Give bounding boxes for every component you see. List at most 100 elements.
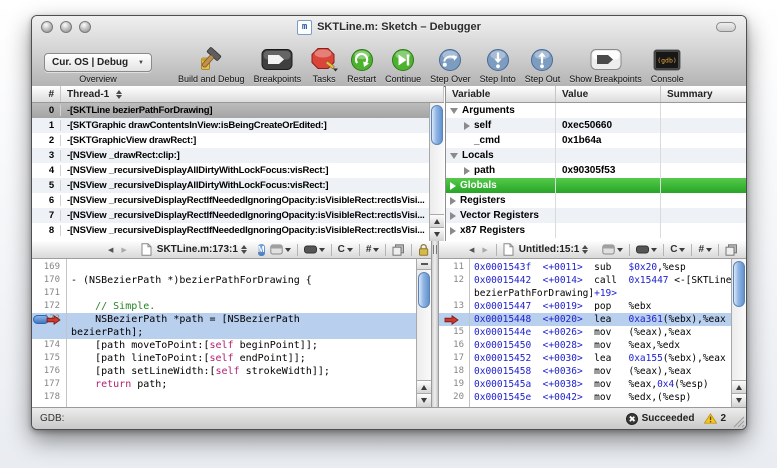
disclosure-triangle-icon[interactable]: [450, 153, 458, 159]
thread-stepper-icon[interactable]: [116, 90, 122, 99]
stack-scrollbar[interactable]: [429, 103, 444, 241]
source-code-line[interactable]: 172 // Simple.: [32, 300, 431, 313]
stack-frame-row[interactable]: 1-[SKTGraphic drawContentsInView:isBeing…: [32, 118, 429, 133]
asm-code-line[interactable]: 190x0001545a <+0038> mov %eax,0x4(%esp): [439, 378, 746, 391]
variable-row[interactable]: Arguments: [446, 103, 746, 118]
asm-code-line[interactable]: 180x00015458 <+0036> mov (%eax),%eax: [439, 365, 746, 378]
stack-frame-row[interactable]: 7-[NSView _recursiveDisplayRectIfNeededI…: [32, 208, 429, 223]
asm-scrollbar-thumb[interactable]: [733, 261, 745, 307]
asm-code-line[interactable]: 110x0001543f <+0011> sub $0x20,%esp: [439, 261, 746, 274]
source-code-line[interactable]: 171: [32, 287, 431, 300]
asm-code-line[interactable]: bezierPathForDrawing]+19>: [439, 287, 746, 300]
toolbar-button-build-and-debug[interactable]: Build and Debug: [178, 47, 245, 84]
line-stepper[interactable]: [582, 245, 588, 254]
line-number-gutter[interactable]: 11: [439, 261, 469, 274]
asm-code-line[interactable]: 200x0001545e <+0042> mov %edx,(%esp): [439, 391, 746, 404]
toolbar-button-restart[interactable]: Restart: [347, 47, 376, 84]
line-number-gutter[interactable]: 13: [439, 300, 469, 313]
asm-code-line[interactable]: 0x00015448 <+0020> lea 0xa361(%ebx),%eax: [439, 313, 746, 326]
scroll-down-button[interactable]: [430, 227, 444, 241]
tab-popup-icon[interactable]: [268, 244, 293, 255]
line-number-gutter[interactable]: 171: [32, 287, 66, 300]
line-number-gutter[interactable]: 20: [439, 391, 469, 404]
line-number-gutter[interactable]: 169: [32, 261, 66, 274]
source-location-popup[interactable]: SKTLine.m:173:1: [157, 244, 238, 255]
forward-arrow-button[interactable]: ▶: [478, 246, 491, 254]
breakpoints-popup-icon[interactable]: #: [696, 244, 714, 255]
stack-frame-row[interactable]: 5-[NSView _recursiveDisplayAllDirtyWithL…: [32, 178, 429, 193]
back-arrow-button[interactable]: ◀: [104, 246, 117, 254]
toolbar-button-step-out[interactable]: Step Out: [525, 47, 561, 84]
line-number-gutter[interactable]: 177: [32, 378, 66, 391]
titlebar[interactable]: m SKTLine.m: Sketch – Debugger: [32, 16, 746, 38]
variable-row[interactable]: Globals: [446, 178, 746, 193]
breakpoints-popup-icon[interactable]: #: [364, 244, 382, 255]
disclosure-triangle-icon[interactable]: [450, 197, 456, 205]
variable-row[interactable]: x87 Registers: [446, 223, 746, 238]
stack-frame-row[interactable]: 6-[NSView _recursiveDisplayRectIfNeededI…: [32, 193, 429, 208]
variable-row[interactable]: Vector Registers: [446, 208, 746, 223]
counterpart-icon[interactable]: [723, 244, 740, 256]
asm-code-line[interactable]: 120x00015442 <+0014> call 0x15447 <-[SKT…: [439, 274, 746, 287]
class-popup-icon[interactable]: C: [668, 244, 687, 255]
source-code-line[interactable]: 173 NSBezierPath *path = [NSBezierPath: [32, 313, 431, 326]
line-number-gutter[interactable]: 173: [32, 313, 66, 326]
line-number-gutter[interactable]: [32, 326, 66, 339]
disclosure-triangle-icon[interactable]: [450, 212, 456, 220]
toolbar-button-tasks[interactable]: Tasks: [310, 47, 338, 84]
disclosure-triangle-icon[interactable]: [464, 167, 470, 175]
line-number-gutter[interactable]: 170: [32, 274, 66, 287]
asm-code-line[interactable]: 160x00015450 <+0028> mov %eax,%edx: [439, 339, 746, 352]
line-number-gutter[interactable]: 178: [32, 391, 66, 404]
disclosure-triangle-icon[interactable]: [464, 122, 470, 130]
back-arrow-button[interactable]: ◀: [465, 246, 478, 254]
disclosure-triangle-icon[interactable]: [450, 227, 456, 235]
source-code-line[interactable]: 174 [path moveToPoint:[self beginPoint]]…: [32, 339, 431, 352]
stack-number-column-header[interactable]: #: [32, 86, 61, 102]
toolbar-button-breakpoints[interactable]: Breakpoints: [254, 47, 302, 84]
tab-popup-icon[interactable]: [600, 244, 625, 255]
scroll-down-button[interactable]: [417, 393, 431, 407]
warnings-indicator[interactable]: 2: [704, 413, 726, 424]
variable-row[interactable]: _cmd0x1b64a: [446, 133, 746, 148]
line-stepper[interactable]: [241, 245, 247, 254]
disclosure-triangle-icon[interactable]: [450, 108, 458, 114]
thread-column-header[interactable]: Thread-1: [61, 86, 444, 102]
source-code-line[interactable]: 177 return path;: [32, 378, 431, 391]
disclosure-triangle-icon[interactable]: [450, 182, 456, 190]
source-code-line[interactable]: 169: [32, 261, 431, 274]
stack-frame-row[interactable]: 2-[SKTGraphicView drawRect:]: [32, 133, 429, 148]
toolbar-button-continue[interactable]: Continue: [385, 47, 421, 84]
variable-row[interactable]: self0xec50660: [446, 118, 746, 133]
line-number-gutter[interactable]: 17: [439, 352, 469, 365]
asm-code-line[interactable]: 130x00015447 <+0019> pop %ebx: [439, 300, 746, 313]
overview-popup[interactable]: Cur. OS | Debug ▼: [44, 53, 152, 72]
line-number-gutter[interactable]: 15: [439, 326, 469, 339]
source-editor[interactable]: 169170- (NSBezierPath *)bezierPathForDra…: [32, 259, 431, 407]
line-number-gutter[interactable]: [439, 287, 469, 300]
line-number-gutter[interactable]: [439, 313, 469, 326]
lock-icon[interactable]: [416, 243, 431, 256]
toolbar-button-step-into[interactable]: Step Into: [480, 47, 516, 84]
forward-arrow-button[interactable]: ▶: [117, 246, 130, 254]
scroll-up-button[interactable]: [417, 380, 431, 394]
stack-frame-row[interactable]: 0-[SKTLine bezierPathForDrawing]: [32, 103, 429, 118]
asm-location-popup[interactable]: Untitled:15:1: [519, 244, 580, 255]
line-number-gutter[interactable]: 175: [32, 352, 66, 365]
toolbar-toggle-widget[interactable]: [716, 22, 736, 32]
asm-scrollbar[interactable]: [731, 259, 746, 407]
variable-row[interactable]: Locals: [446, 148, 746, 163]
variable-row[interactable]: Registers: [446, 193, 746, 208]
variable-row[interactable]: path0x90305f53: [446, 163, 746, 178]
asm-code-line[interactable]: 150x0001544e <+0026> mov (%eax),%eax: [439, 326, 746, 339]
line-number-gutter[interactable]: 172: [32, 300, 66, 313]
source-code-line[interactable]: 176 [path setLineWidth:[self strokeWidth…: [32, 365, 431, 378]
editor-splitter[interactable]: [431, 241, 439, 407]
toolbar-button-show-breakpoints[interactable]: Show Breakpoints: [569, 47, 642, 84]
disassembly-editor[interactable]: 110x0001543f <+0011> sub $0x20,%esp120x0…: [439, 259, 746, 407]
stack-frame-row[interactable]: 4-[NSView _recursiveDisplayAllDirtyWithL…: [32, 163, 429, 178]
counterpart-icon[interactable]: [390, 244, 407, 256]
line-number-gutter[interactable]: 176: [32, 365, 66, 378]
line-number-gutter[interactable]: 19: [439, 378, 469, 391]
scroll-down-button[interactable]: [732, 393, 746, 407]
